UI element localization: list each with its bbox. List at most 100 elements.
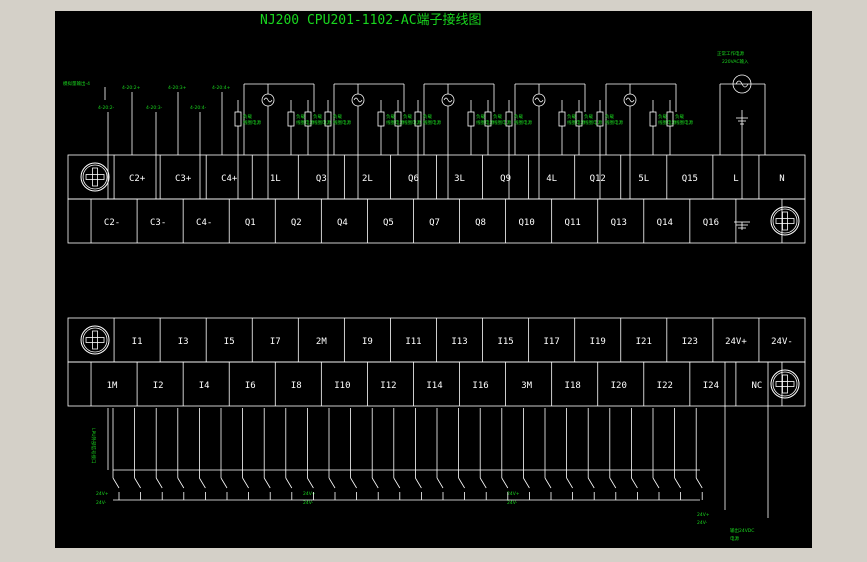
screw-outer (80, 325, 110, 355)
screw-outer (80, 162, 110, 192)
switch-icon (350, 477, 357, 489)
output-terminal-q7: Q7 (429, 218, 440, 228)
load-label: 负载 (567, 113, 576, 120)
output-terminal-q8: Q8 (475, 218, 486, 228)
screw-inner (82, 164, 108, 190)
switch-icon (458, 477, 465, 489)
input-terminal-i13: I13 (451, 337, 467, 347)
common-minus-3: 24V- (507, 500, 518, 506)
output-terminal-q1: Q1 (245, 218, 256, 228)
output-terminal-q15: Q15 (682, 174, 698, 184)
input-terminal-i21: I21 (636, 337, 652, 347)
load-label: 负载 (403, 113, 412, 120)
load-label: 负载 (658, 113, 667, 120)
screw-outer (770, 369, 800, 399)
switch-icon (307, 477, 314, 489)
load-fuse-icon (287, 111, 295, 127)
switch-icon (501, 477, 509, 489)
switch-icon (652, 477, 660, 489)
input-screw-right-icon (770, 369, 800, 399)
dc-out-note-1: 输出24VDC (730, 527, 754, 534)
switch-icon (587, 477, 595, 489)
common-minus-2: 24V- (303, 500, 314, 506)
screw-inner (82, 327, 108, 353)
input-terminal-i2: I2 (153, 381, 164, 391)
load-fuse-icon (234, 111, 242, 127)
input-terminal-i19: I19 (590, 337, 606, 347)
input-terminal-i10: I10 (334, 381, 350, 391)
screw-slot-v (92, 167, 98, 187)
screw-slot-v (782, 211, 788, 231)
ac-wave-icon (263, 97, 273, 103)
switch-icon (609, 477, 617, 489)
load-fuse-icon (649, 111, 657, 127)
coil-label: 线圈电源 (605, 119, 623, 126)
input-vertical-note: LPU外部信号接口 (90, 428, 97, 464)
screw-slot-v (92, 330, 98, 350)
output-terminal-c2-: C2- (104, 218, 120, 228)
load-label: 负载 (333, 113, 342, 120)
switch-icon (285, 477, 293, 489)
coil-label: 线圈电源 (423, 119, 441, 126)
output-terminal-q5: Q5 (383, 218, 394, 228)
analog-label: 4-20:4+ (212, 85, 231, 91)
input-terminal-i9: I9 (362, 337, 373, 347)
switch-icon (393, 477, 401, 489)
switch-icon (674, 477, 681, 489)
switch-icon (544, 477, 552, 489)
dc-out-minus: 24V- (697, 520, 708, 526)
common-plus-1: 24V+ (96, 491, 109, 497)
output-terminal-q12: Q12 (590, 174, 606, 184)
switch-icon (220, 477, 228, 489)
input-terminal-i12: I12 (380, 381, 396, 391)
input-terminal-i4: I4 (199, 381, 210, 391)
output-terminal-q6: Q6 (408, 174, 419, 184)
screw-slot-h (775, 218, 795, 224)
switch-icon (566, 477, 573, 489)
output-screw-right-icon (770, 206, 800, 236)
input-terminal-24v-: 24V- (771, 337, 793, 347)
input-terminal-i23: I23 (682, 337, 698, 347)
ac-wave-icon (443, 97, 453, 103)
screw-slot-v (782, 374, 788, 394)
coil-label: 线圈电源 (243, 119, 261, 126)
screw-outer (770, 206, 800, 236)
switch-icon (134, 477, 141, 489)
input-screw-left-icon (80, 325, 110, 355)
analog-label: 4-20:2+ (122, 85, 141, 91)
input-terminal-24v+: 24V+ (725, 337, 747, 347)
output-screw-left-icon (80, 162, 110, 192)
screw-slot-h (775, 381, 795, 387)
output-terminal-4l: 4L (546, 174, 557, 184)
output-terminal-q4: Q4 (337, 218, 348, 228)
output-terminal-q2: Q2 (291, 218, 302, 228)
load-label: 负载 (476, 113, 485, 120)
input-terminal-2m: 2M (316, 337, 327, 347)
input-terminal-i14: I14 (426, 381, 442, 391)
input-terminal-i11: I11 (405, 337, 421, 347)
switch-icon (523, 477, 530, 489)
switch-icon (263, 477, 271, 489)
dc-out-note-2: 电源 (730, 535, 739, 542)
switch-icon (155, 477, 163, 489)
load-label: 负载 (514, 113, 523, 120)
coil-label: 线圈电源 (313, 119, 331, 126)
switch-icon (199, 477, 206, 489)
switch-icon (112, 477, 120, 489)
output-terminal-c2+: C2+ (129, 174, 146, 184)
diagram-title: NJ200 CPU201-1102-AC端子接线图 (260, 12, 482, 28)
input-terminal-i3: I3 (178, 337, 189, 347)
input-terminal-i5: I5 (224, 337, 235, 347)
input-terminal-i16: I16 (472, 381, 488, 391)
analog-note: 模拟量输出-4 (63, 80, 90, 87)
load-label: 负载 (423, 113, 432, 120)
load-label: 负载 (493, 113, 502, 120)
switch-icon (371, 477, 379, 489)
ac-wave-icon (353, 97, 363, 103)
output-terminal-q11: Q11 (565, 218, 581, 228)
power-supply-spec: 220VAC输入 (722, 58, 749, 65)
analog-label: 4-20:3+ (168, 85, 187, 91)
output-terminal-1l: 1L (270, 174, 281, 184)
common-plus-3: 24V+ (507, 491, 520, 497)
coil-label: 线圈电源 (403, 119, 421, 126)
